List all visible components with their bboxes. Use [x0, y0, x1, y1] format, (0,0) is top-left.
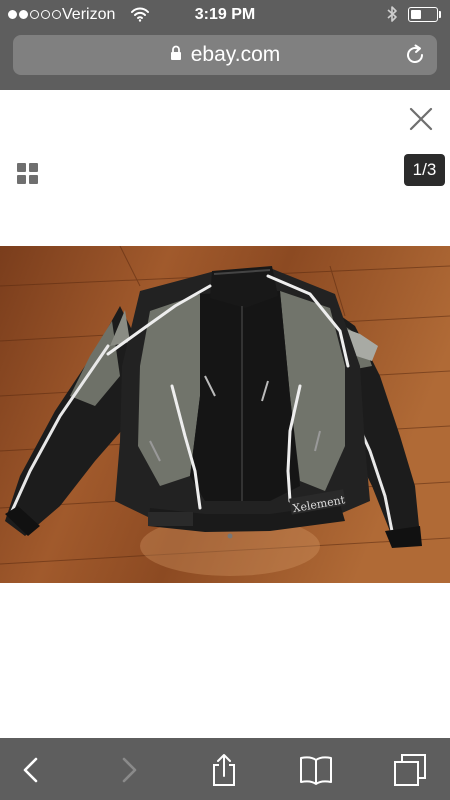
close-icon[interactable] — [406, 104, 436, 134]
grid-view-icon[interactable] — [17, 163, 39, 185]
address-domain: ebay.com — [190, 43, 281, 66]
status-bar: Verizon 3:19 PM — [0, 0, 450, 30]
tabs-icon[interactable] — [392, 752, 428, 788]
chevron-right-icon[interactable] — [111, 752, 147, 788]
chevron-left-icon[interactable] — [13, 752, 49, 788]
browser-top-chrome: Verizon 3:19 PM ebay.com — [0, 0, 450, 90]
bluetooth-icon — [386, 5, 398, 28]
battery-icon — [408, 7, 438, 22]
book-icon[interactable] — [298, 752, 334, 788]
status-time: 3:19 PM — [194, 6, 256, 23]
share-icon[interactable] — [206, 752, 242, 788]
image-counter: 1/3 — [404, 154, 445, 186]
lock-icon — [170, 45, 182, 66]
reload-icon[interactable] — [403, 43, 427, 72]
browser-bottom-toolbar — [0, 738, 450, 800]
product-image[interactable]: Xelement — [0, 246, 450, 583]
address-bar[interactable]: ebay.com — [13, 35, 437, 75]
